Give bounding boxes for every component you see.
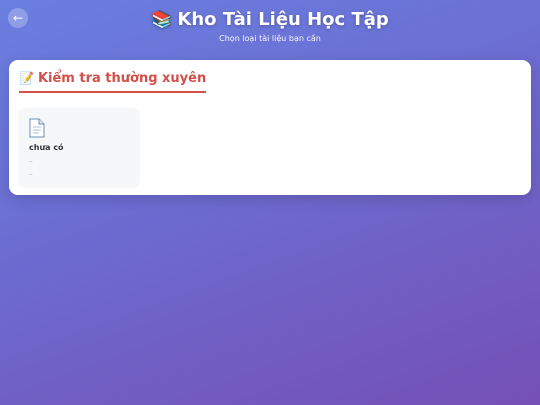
section-title: 📝 Kiểm tra thường xuyên <box>19 69 207 93</box>
memo-icon: 📝 <box>19 71 34 85</box>
document-meta: .. <box>29 170 33 177</box>
books-icon: 📚 <box>151 10 173 30</box>
document-name: chưa có <box>29 143 64 152</box>
page-title-text: Kho Tài Liệu Học Tập <box>177 9 389 30</box>
section-title-text: Kiểm tra thường xuyên <box>37 71 207 86</box>
page-header: 📚 Kho Tài Liệu Học Tập Chọn loại tài liệu… <box>0 8 540 43</box>
page-subtitle: Chọn loại tài liệu bạn cần <box>219 34 321 43</box>
section-panel: 📝 Kiểm tra thường xuyên chưa có .. .. <box>9 60 531 195</box>
page-title: 📚 Kho Tài Liệu Học Tập <box>0 8 540 32</box>
document-card[interactable]: chưa có .. .. <box>19 108 139 186</box>
document-icon <box>29 118 45 138</box>
document-meta: .. <box>29 157 33 164</box>
